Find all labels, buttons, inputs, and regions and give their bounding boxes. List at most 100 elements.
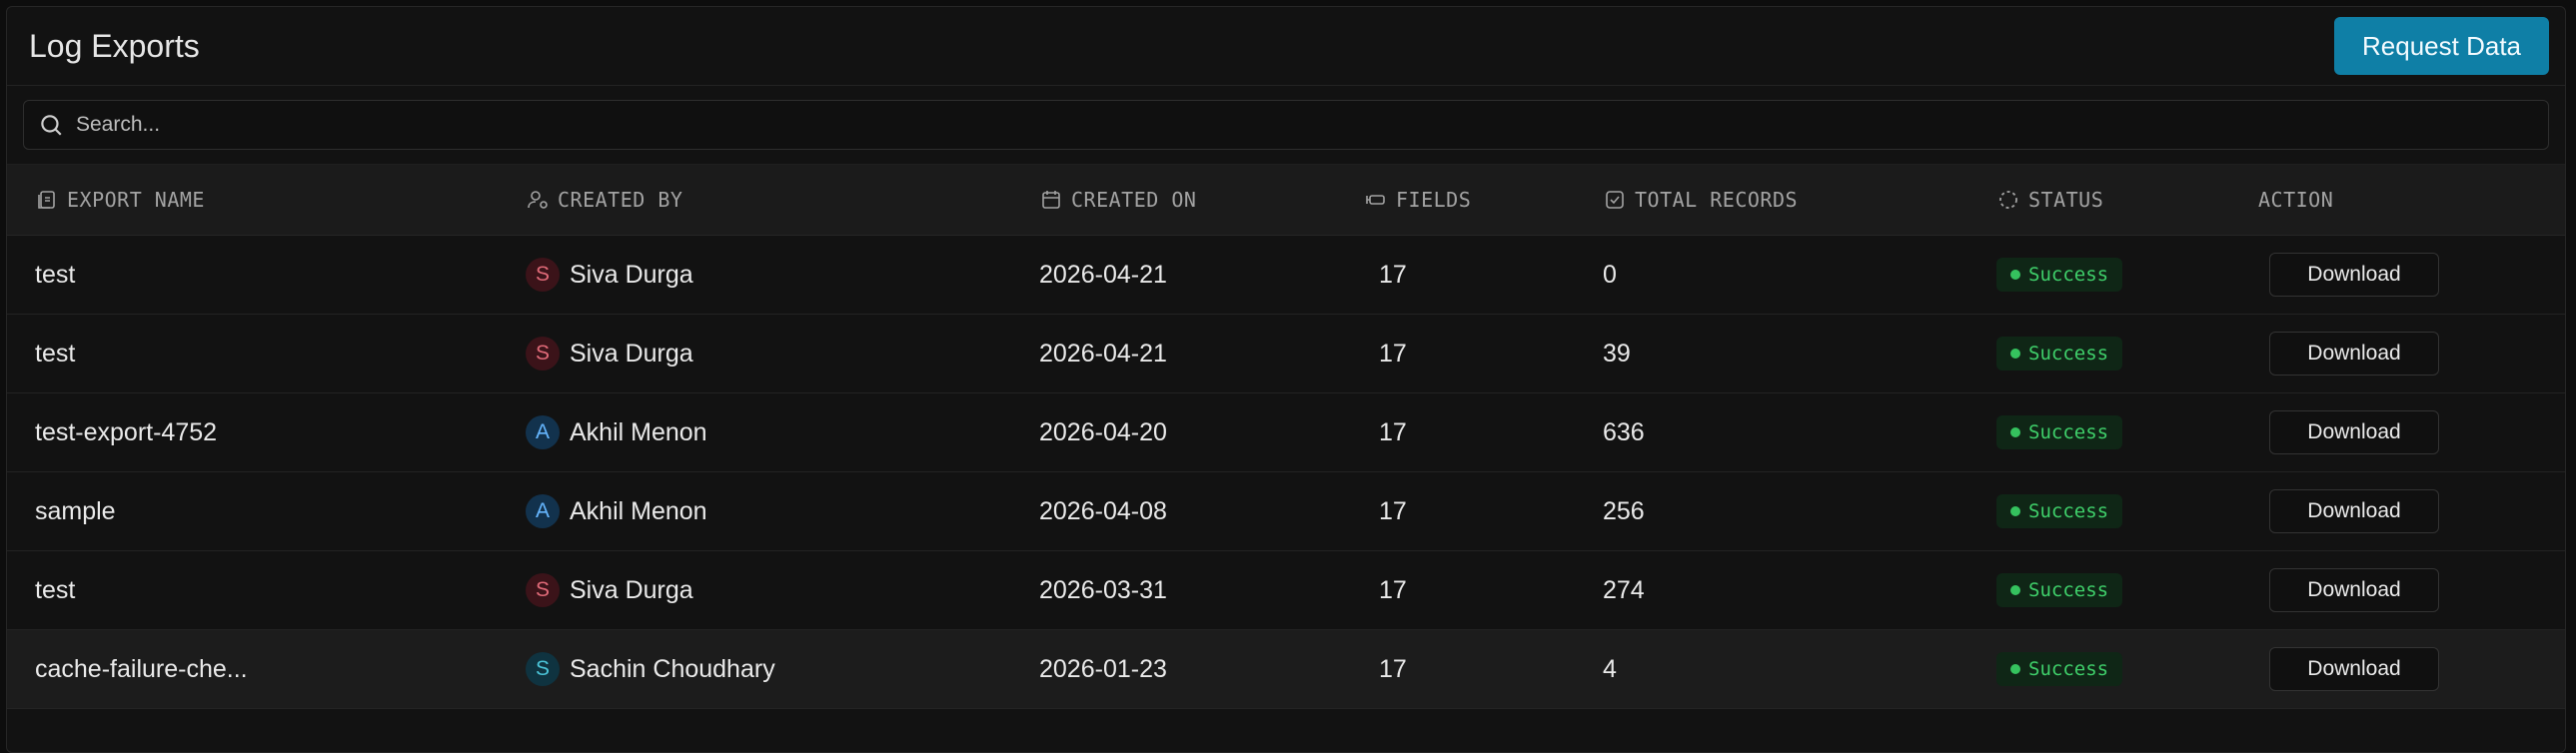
user-name: Siva Durga (570, 260, 693, 289)
fields-count: 17 (1379, 654, 1407, 683)
avatar: S (526, 258, 560, 292)
download-button[interactable]: Download (2269, 410, 2439, 454)
download-button[interactable]: Download (2269, 253, 2439, 297)
fields-count: 17 (1379, 496, 1407, 525)
status-badge: Success (1996, 337, 2123, 371)
table-row[interactable]: test S Siva Durga 2026-03-31 17 274 Succ… (7, 551, 2565, 630)
records-icon (1606, 191, 1624, 209)
col-created-on-label: CREATED ON (1071, 188, 1197, 212)
status-label: Success (2028, 421, 2109, 443)
status-dot-icon (2010, 270, 2020, 280)
action-cell: Download (2269, 568, 2439, 612)
export-name: test (35, 260, 76, 289)
total-records: 256 (1603, 496, 1645, 525)
created-on: 2026-04-08 (1039, 496, 1167, 525)
status-label: Success (2028, 658, 2109, 680)
export-name: test-export-4752 (35, 417, 218, 446)
col-export-name: EXPORT NAME (35, 188, 205, 212)
status-badge: Success (1996, 652, 2123, 686)
download-button[interactable]: Download (2269, 489, 2439, 533)
created-on: 2026-01-23 (1039, 654, 1167, 683)
search-bar (7, 86, 2565, 165)
avatar: S (526, 337, 560, 371)
total-records: 0 (1603, 260, 1617, 289)
total-records: 274 (1603, 575, 1645, 604)
action-cell: Download (2269, 410, 2439, 454)
created-by: S Siva Durga (526, 337, 693, 371)
status-icon (1999, 191, 2017, 209)
avatar: A (526, 494, 560, 528)
fields-icon (1366, 195, 1385, 205)
status-dot-icon (2010, 664, 2020, 674)
log-exports-panel: Log Exports Request Data EXPORT NAME CRE… (6, 6, 2566, 753)
user-name: Akhil Menon (570, 496, 707, 525)
page-header: Log Exports Request Data (7, 7, 2565, 86)
col-total-records: TOTAL RECORDS (1603, 188, 1798, 212)
created-by: S Siva Durga (526, 258, 693, 292)
table-row[interactable]: test S Siva Durga 2026-04-21 17 0 Succes… (7, 236, 2565, 315)
status-badge: Success (1996, 415, 2123, 449)
status-dot-icon (2010, 585, 2020, 595)
avatar: A (526, 415, 560, 449)
page-title: Log Exports (29, 27, 200, 64)
status-badge: Success (1996, 573, 2123, 607)
fields-count: 17 (1379, 575, 1407, 604)
export-name: sample (35, 496, 116, 525)
user-icon (528, 191, 548, 209)
table-row[interactable]: test-export-4752 A Akhil Menon 2026-04-2… (7, 393, 2565, 472)
created-on: 2026-04-20 (1039, 417, 1167, 446)
user-name: Sachin Choudhary (570, 654, 775, 683)
status-label: Success (2028, 500, 2109, 522)
action-cell: Download (2269, 332, 2439, 376)
status-label: Success (2028, 579, 2109, 601)
created-by: A Akhil Menon (526, 415, 707, 449)
export-name: test (35, 339, 76, 368)
download-button[interactable]: Download (2269, 332, 2439, 376)
col-status-label: STATUS (2028, 188, 2104, 212)
download-button[interactable]: Download (2269, 568, 2439, 612)
search-input[interactable] (74, 112, 2534, 138)
created-by: A Akhil Menon (526, 494, 707, 528)
total-records: 39 (1603, 339, 1631, 368)
total-records: 4 (1603, 654, 1617, 683)
created-on: 2026-04-21 (1039, 260, 1167, 289)
action-cell: Download (2269, 489, 2439, 533)
col-total-records-label: TOTAL RECORDS (1635, 188, 1799, 212)
created-on: 2026-04-21 (1039, 339, 1167, 368)
status-dot-icon (2010, 506, 2020, 516)
status-label: Success (2028, 264, 2109, 286)
calendar-icon (1042, 191, 1060, 209)
action-cell: Download (2269, 253, 2439, 297)
col-status: STATUS (1996, 188, 2103, 212)
created-by: S Siva Durga (526, 573, 693, 607)
col-created-on: CREATED ON (1039, 188, 1196, 212)
user-name: Siva Durga (570, 575, 693, 604)
total-records: 636 (1603, 417, 1645, 446)
fields-count: 17 (1379, 260, 1407, 289)
export-icon (38, 191, 55, 209)
col-created-by-label: CREATED BY (558, 188, 683, 212)
action-cell: Download (2269, 647, 2439, 691)
table-header: EXPORT NAME CREATED BY CREATED ON FIELDS… (7, 165, 2565, 236)
table-row[interactable]: cache-failure-che... S Sachin Choudhary … (7, 630, 2565, 709)
table-row[interactable]: test S Siva Durga 2026-04-21 17 39 Succe… (7, 315, 2565, 393)
user-name: Akhil Menon (570, 417, 707, 446)
export-name: cache-failure-che... (35, 654, 248, 683)
avatar: S (526, 573, 560, 607)
table-row[interactable]: sample A Akhil Menon 2026-04-08 17 256 S… (7, 472, 2565, 551)
user-name: Siva Durga (570, 339, 693, 368)
status-badge: Success (1996, 258, 2123, 292)
request-data-button[interactable]: Request Data (2334, 17, 2549, 75)
col-export-name-label: EXPORT NAME (67, 188, 205, 212)
exports-table: EXPORT NAME CREATED BY CREATED ON FIELDS… (7, 165, 2565, 709)
created-on: 2026-03-31 (1039, 575, 1167, 604)
avatar: S (526, 652, 560, 686)
created-by: S Sachin Choudhary (526, 652, 775, 686)
search-box[interactable] (23, 100, 2549, 150)
col-action-label: ACTION (2258, 188, 2334, 212)
download-button[interactable]: Download (2269, 647, 2439, 691)
col-fields-label: FIELDS (1396, 188, 1472, 212)
col-fields: FIELDS (1364, 188, 1471, 212)
status-badge: Success (1996, 494, 2123, 528)
status-label: Success (2028, 343, 2109, 365)
